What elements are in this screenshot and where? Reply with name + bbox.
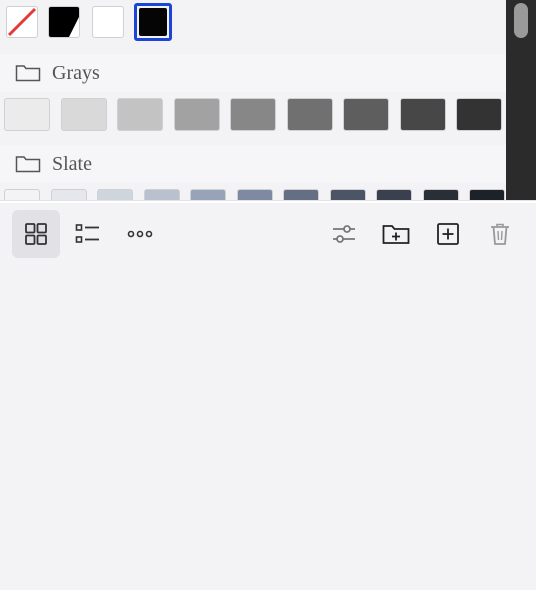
color-swatch[interactable]	[399, 98, 446, 131]
scrollbar[interactable]	[506, 0, 536, 200]
folder-icon	[15, 65, 41, 82]
adjustments-button[interactable]	[320, 210, 368, 258]
swatch-white[interactable]	[92, 6, 124, 38]
color-swatch[interactable]	[117, 98, 163, 131]
color-swatch[interactable]	[376, 189, 412, 200]
list-view-icon	[75, 224, 99, 243]
new-folder-icon	[382, 225, 410, 244]
group-header-slate[interactable]: Slate	[0, 145, 506, 183]
empty-content-area	[0, 260, 536, 590]
split-swatch-icon	[49, 7, 79, 37]
color-swatch[interactable]	[422, 189, 459, 200]
color-swatch[interactable]	[190, 189, 226, 200]
color-swatch[interactable]	[469, 189, 505, 200]
more-options-icon	[127, 230, 153, 238]
color-swatch[interactable]	[343, 98, 389, 131]
add-swatch-button[interactable]	[424, 210, 472, 258]
folder-icon	[15, 156, 41, 173]
group-label: Grays	[52, 61, 100, 84]
color-swatch[interactable]	[283, 189, 319, 200]
color-swatch[interactable]	[50, 189, 87, 200]
list-view-button[interactable]	[64, 210, 112, 258]
color-swatch[interactable]	[60, 98, 107, 131]
more-options-button[interactable]	[116, 210, 164, 258]
swatch-none[interactable]	[6, 6, 38, 38]
color-swatch[interactable]	[4, 98, 50, 131]
delete-icon	[491, 223, 509, 245]
color-swatch[interactable]	[286, 98, 333, 131]
swatch-black-fill	[139, 8, 167, 36]
swatch-panel: Grays Slate	[0, 0, 506, 200]
group-header-grays[interactable]: Grays	[0, 54, 506, 92]
color-swatch[interactable]	[97, 189, 133, 200]
add-swatch-icon	[437, 223, 459, 245]
color-swatch[interactable]	[236, 189, 273, 200]
no-color-slash-icon	[7, 7, 37, 37]
new-folder-button[interactable]	[372, 210, 420, 258]
color-swatch[interactable]	[230, 98, 276, 131]
color-swatch[interactable]	[143, 189, 180, 200]
grid-view-icon	[25, 223, 47, 245]
swatch-black-selected[interactable]	[134, 3, 172, 41]
color-swatch[interactable]	[456, 98, 502, 131]
adjustments-icon	[333, 225, 355, 243]
color-swatch[interactable]	[4, 189, 40, 200]
color-swatch[interactable]	[173, 98, 220, 131]
swatch-black-white-split[interactable]	[48, 6, 80, 38]
group-label: Slate	[52, 152, 92, 175]
color-swatch[interactable]	[329, 189, 366, 200]
grid-view-button[interactable]	[12, 210, 60, 258]
panel-divider[interactable]	[0, 200, 536, 203]
scrollbar-thumb[interactable]	[514, 3, 528, 38]
delete-button[interactable]	[476, 210, 524, 258]
